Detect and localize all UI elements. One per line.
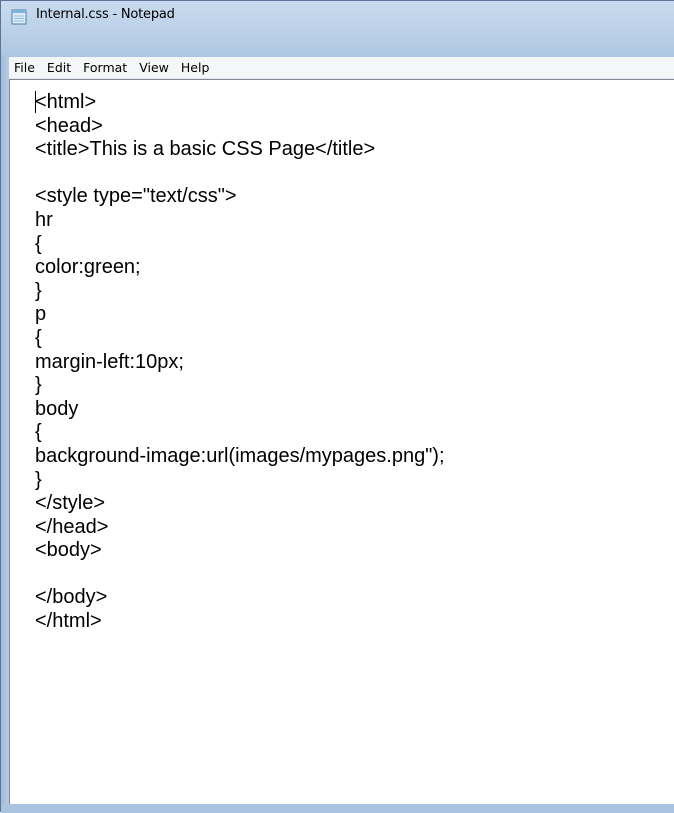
code-line: p	[35, 303, 47, 326]
code-line: background-image:url(images/mypages.png"…	[35, 444, 445, 467]
code-line: <body>	[35, 539, 102, 562]
code-line: {	[35, 421, 42, 444]
code-line: }	[35, 468, 42, 491]
text-caret	[35, 91, 36, 113]
code-line: </html>	[35, 610, 102, 633]
menu-help[interactable]: Help	[175, 57, 216, 79]
menu-format[interactable]: Format	[77, 57, 133, 79]
menu-bar: File Edit Format View Help	[9, 57, 674, 79]
code-line: hr	[35, 208, 53, 231]
code-line: {	[35, 232, 42, 255]
notepad-icon[interactable]	[11, 8, 27, 25]
code-line: }	[35, 374, 42, 397]
code-line: </head>	[35, 515, 109, 538]
code-line: <head>	[35, 114, 103, 137]
code-line: }	[35, 279, 42, 302]
code-line: color:green;	[35, 256, 141, 279]
code-line: <style type="text/css">	[35, 185, 237, 208]
code-line: <html>	[35, 91, 97, 113]
editor-content[interactable]: <html> <head> <title>This is a basic CSS…	[35, 91, 445, 634]
code-line: </body>	[35, 586, 108, 609]
window-title: Internal.css - Notepad	[36, 7, 175, 22]
menu-edit[interactable]: Edit	[41, 57, 77, 79]
code-line: <title>This is a basic CSS Page</title>	[35, 138, 376, 161]
notepad-window: Internal.css - Notepad File Edit Format …	[0, 0, 674, 813]
window-frame-left	[1, 57, 9, 813]
menu-view[interactable]: View	[133, 57, 175, 79]
code-line: body	[35, 397, 79, 420]
text-editor-area[interactable]: <html> <head> <title>This is a basic CSS…	[9, 79, 674, 804]
menu-file[interactable]: File	[9, 57, 41, 79]
code-line: margin-left:10px;	[35, 350, 184, 373]
title-bar[interactable]: Internal.css - Notepad	[1, 1, 674, 31]
code-line: {	[35, 326, 42, 349]
code-line: </style>	[35, 492, 106, 515]
